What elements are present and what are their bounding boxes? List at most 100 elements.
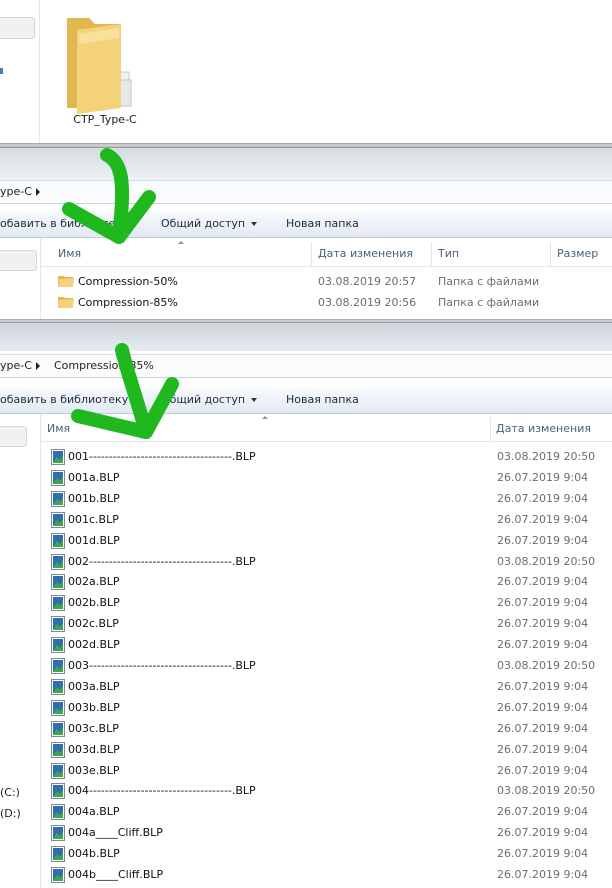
file-name: 002b.BLP (68, 596, 120, 610)
file-date: 26.07.2019 9:04 (497, 721, 589, 735)
file-date: 26.07.2019 9:04 (497, 512, 589, 526)
list-item[interactable]: 002------------------------------------.… (0, 552, 612, 573)
breadcrumb-item[interactable]: ype-C (0, 185, 46, 198)
arrow-down-icon (62, 148, 156, 244)
file-date: 03.08.2019 20:57 (318, 275, 417, 288)
image-file-icon (51, 490, 65, 507)
column-type[interactable]: Тип (438, 247, 459, 260)
file-date: 26.07.2019 9:04 (497, 847, 589, 861)
file-date: 03.08.2019 20:50 (497, 450, 596, 463)
image-file-icon (51, 532, 65, 549)
sort-up-icon (262, 416, 268, 419)
file-date: 26.07.2019 9:04 (497, 470, 589, 484)
column-size[interactable]: Размер (557, 247, 598, 260)
file-date: 26.07.2019 9:04 (497, 868, 589, 881)
list-item[interactable]: 001b.BLP 26.07.2019 9:04 (0, 489, 612, 510)
list-item[interactable]: 003e.BLP 26.07.2019 9:04 (0, 761, 612, 782)
file-date: 03.08.2019 20:50 (497, 784, 596, 798)
file-name: 003b.BLP (68, 700, 120, 714)
image-file-icon (51, 511, 65, 528)
image-file-icon (51, 553, 65, 570)
file-name: Compression-50% (78, 275, 178, 288)
folder-icon (58, 297, 74, 308)
file-date: 26.07.2019 9:04 (497, 700, 589, 714)
nav-item[interactable] (0, 17, 35, 39)
list-item[interactable]: 003c.BLP 26.07.2019 9:04 (0, 719, 612, 740)
list-item[interactable]: 002b.BLP 26.07.2019 9:04 (0, 593, 612, 614)
file-date: 26.07.2019 9:04 (497, 679, 589, 693)
file-name: 001b.BLP (68, 491, 120, 505)
file-name: 002------------------------------------.… (68, 554, 256, 568)
list-item[interactable]: 002d.BLP 26.07.2019 9:04 (0, 635, 612, 656)
list-item[interactable]: 002a.BLP 26.07.2019 9:04 (0, 572, 612, 593)
file-name: 002a.BLP (68, 575, 120, 589)
list-item[interactable]: 001c.BLP 26.07.2019 9:04 (0, 510, 612, 531)
file-date: 26.07.2019 9:04 (497, 596, 589, 610)
file-name: 001c.BLP (68, 512, 119, 526)
column-date[interactable]: Дата изменения (496, 422, 591, 435)
file-name: 002d.BLP (68, 638, 120, 652)
nav-marker (0, 68, 3, 74)
file-name: 004b.BLP (68, 847, 120, 861)
file-name: 003a.BLP (68, 679, 120, 693)
image-file-icon (51, 678, 65, 695)
file-name: 004a____Cliff.BLP (68, 826, 163, 840)
file-name: Compression-85% (78, 296, 178, 309)
image-file-icon (51, 867, 65, 883)
breadcrumb-arrow-icon[interactable] (35, 362, 40, 370)
list-item[interactable]: 001d.BLP 26.07.2019 9:04 (0, 531, 612, 552)
image-file-icon (51, 825, 65, 842)
folder-view-panel: CTP_Type-C (0, 0, 612, 143)
nav-item[interactable] (0, 426, 27, 447)
list-item[interactable]: Compression-50% 03.08.2019 20:57 Папка с… (0, 272, 612, 293)
breadcrumb-item[interactable]: ype-C (0, 359, 46, 372)
image-file-icon (51, 449, 65, 465)
file-name: 004a.BLP (68, 805, 120, 819)
list-item[interactable]: 004a.BLP 26.07.2019 9:04 (0, 802, 612, 823)
file-date: 03.08.2019 20:50 (497, 554, 596, 568)
file-date: 26.07.2019 9:04 (497, 638, 589, 652)
list-item[interactable]: 003b.BLP 26.07.2019 9:04 (0, 698, 612, 719)
file-name: 002c.BLP (68, 617, 119, 631)
image-file-icon (51, 699, 65, 716)
navigation-pane (0, 0, 40, 143)
file-date: 03.08.2019 20:56 (318, 296, 417, 309)
chevron-down-icon (251, 398, 258, 402)
list-item[interactable]: 004------------------------------------.… (0, 781, 612, 802)
file-date: 03.08.2019 20:50 (497, 659, 596, 672)
list-item[interactable]: 004b.BLP 26.07.2019 9:04 (0, 844, 612, 865)
new-folder-button[interactable]: Новая папка (286, 393, 359, 406)
new-folder-button[interactable]: Новая папка (286, 217, 359, 230)
arrow-down-icon (71, 343, 179, 439)
folder-icon[interactable] (63, 14, 155, 114)
image-file-icon (51, 616, 65, 633)
list-item[interactable]: 001------------------------------------.… (0, 447, 612, 468)
list-item[interactable]: 001a.BLP 26.07.2019 9:04 (0, 468, 612, 489)
file-name: 003------------------------------------.… (68, 659, 256, 672)
list-item[interactable]: 003d.BLP 26.07.2019 9:04 (0, 740, 612, 761)
share-button[interactable]: Общий доступ (161, 217, 258, 230)
file-name: 001d.BLP (68, 533, 120, 547)
file-type: Папка с файлами (438, 275, 540, 288)
file-date: 26.07.2019 9:04 (497, 533, 589, 547)
file-date: 26.07.2019 9:04 (497, 742, 589, 756)
list-item[interactable]: 002c.BLP 26.07.2019 9:04 (0, 614, 612, 635)
column-date[interactable]: Дата изменения (318, 247, 413, 260)
image-file-icon (51, 469, 65, 486)
image-file-icon (51, 574, 65, 591)
file-name: 001a.BLP (68, 470, 120, 484)
breadcrumb-arrow-icon[interactable] (35, 188, 40, 196)
list-item[interactable]: 003a.BLP 26.07.2019 9:04 (0, 677, 612, 698)
list-item[interactable]: 004b____Cliff.BLP 26.07.2019 9:04 (0, 865, 612, 886)
folder-label[interactable]: CTP_Type-C (40, 113, 170, 126)
nav-item[interactable] (0, 250, 37, 271)
list-item[interactable]: Compression-85% 03.08.2019 20:56 Папка с… (0, 293, 612, 314)
file-name: 004b____Cliff.BLP (68, 868, 164, 881)
list-item[interactable]: 003------------------------------------.… (0, 656, 612, 677)
list-item[interactable]: 004a____Cliff.BLP 26.07.2019 9:04 (0, 823, 612, 844)
file-type: Папка с файлами (438, 296, 540, 309)
file-name: 004------------------------------------.… (68, 784, 256, 798)
image-file-icon (51, 783, 65, 800)
file-name: 003d.BLP (68, 742, 120, 756)
file-date: 26.07.2019 9:04 (497, 575, 589, 589)
